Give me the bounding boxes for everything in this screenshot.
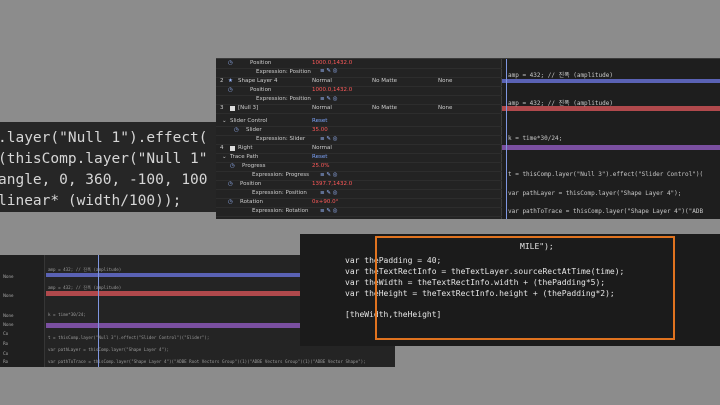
expression-text[interactable]: t = thisComp.layer("Null 3").effect("Sli…	[48, 335, 209, 340]
expression-text[interactable]: amp = 432; // 진폭 (amplitude)	[48, 285, 121, 291]
expression-text[interactable]: amp = 432; // 진폭 (amplitude)	[508, 98, 613, 107]
layer-row[interactable]: Expression: Rotation ≡ ✎ ◎	[216, 207, 502, 217]
large-code-panel: .layer("Null 1").effect( (thisComp.layer…	[0, 122, 250, 212]
layer-row[interactable]: 3 [Null 3] Normal No Matte None	[216, 104, 502, 114]
playhead[interactable]	[506, 59, 507, 219]
code-line: .layer("Null 1").effect(	[0, 130, 208, 146]
expression-text[interactable]: k = time*30/24;	[48, 312, 86, 317]
highlight-frame	[375, 236, 675, 340]
code-line: angle, 0, 360, -100, 100	[0, 172, 208, 188]
layer-controls-column: None None None None Co Ro Co Ro	[0, 255, 45, 367]
expression-text[interactable]: var pathToTrace = thisComp.layer("Shape …	[48, 359, 366, 364]
stopwatch-icon[interactable]: ◷	[230, 163, 235, 169]
stopwatch-icon[interactable]: ◷	[234, 127, 239, 133]
expression-text[interactable]: amp = 432; // 진폭 (amplitude)	[508, 70, 613, 79]
stopwatch-icon[interactable]: ◷	[228, 199, 233, 205]
star-icon: ★	[228, 78, 233, 84]
expression-text[interactable]: var pathLayer = thisComp.layer("Shape La…	[508, 190, 681, 197]
stopwatch-icon[interactable]: ◷	[228, 87, 233, 93]
layer-bar-purple	[502, 145, 720, 150]
layer-bar-blue	[502, 79, 720, 83]
timeline-panel: ◷ Position 1000.0,1432.0 ≡ ✎ ◎ Expressio…	[216, 58, 720, 219]
expression-text[interactable]: var pathToTrace = thisComp.layer("Shape …	[508, 208, 703, 215]
expression-text[interactable]: amp = 432; // 진폭 (amplitude)	[48, 267, 121, 273]
stopwatch-icon[interactable]: ◷	[228, 60, 233, 66]
expression-text[interactable]: k = time*30/24;	[508, 135, 562, 142]
code-line: (thisComp.layer("Null 1"	[0, 151, 208, 167]
expression-text[interactable]: t = thisComp.layer("Null 3").effect("Sli…	[508, 171, 703, 178]
code-line: linear* (width/100));	[0, 193, 182, 209]
stopwatch-icon[interactable]: ◷	[228, 181, 233, 187]
expression-text[interactable]: var pathLayer = thisComp.layer("Shape La…	[48, 347, 169, 352]
